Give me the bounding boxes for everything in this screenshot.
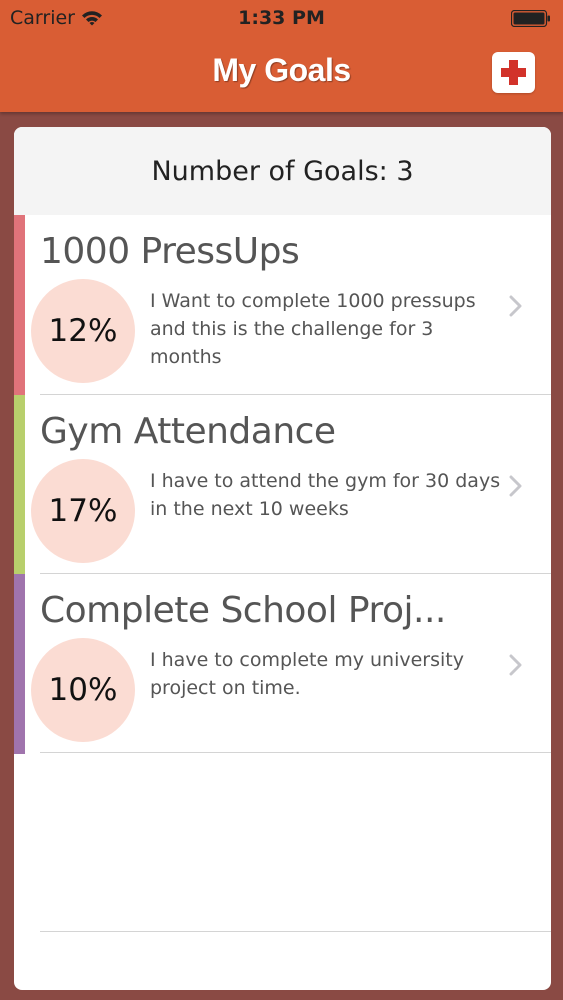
goal-progress-circle: 12% bbox=[31, 279, 135, 383]
plus-icon-vertical bbox=[509, 60, 518, 85]
page-title: My Goals bbox=[212, 52, 351, 88]
goal-color-bar bbox=[14, 215, 25, 395]
row-separator bbox=[40, 752, 551, 753]
goal-color-bar bbox=[14, 574, 25, 754]
status-bar: Carrier 1:33 PM bbox=[0, 0, 563, 38]
chevron-right-icon bbox=[509, 654, 522, 676]
chevron-right-icon bbox=[509, 475, 522, 497]
goal-progress-circle: 10% bbox=[31, 638, 135, 742]
goals-count-header: Number of Goals: 3 bbox=[14, 127, 551, 215]
status-time: 1:33 PM bbox=[238, 7, 325, 29]
empty-row-separator bbox=[40, 931, 551, 932]
goal-row[interactable]: Gym Attendance 17% I have to attend the … bbox=[14, 395, 551, 575]
goal-row[interactable]: Complete School Proj... 10% I have to co… bbox=[14, 574, 551, 754]
battery-icon bbox=[511, 10, 550, 27]
goal-color-bar bbox=[14, 395, 25, 575]
goal-description: I have to complete my university project… bbox=[150, 649, 464, 699]
goal-row[interactable]: 1000 PressUps 12% I Want to complete 100… bbox=[14, 215, 551, 395]
goal-description: I have to attend the gym for 30 days in … bbox=[150, 470, 501, 520]
goal-title: 1000 PressUps bbox=[40, 231, 300, 272]
goal-progress-label: 10% bbox=[48, 672, 118, 708]
app-header: Carrier 1:33 PM My Goals bbox=[0, 0, 563, 112]
goal-progress-circle: 17% bbox=[31, 459, 135, 563]
goal-progress-label: 17% bbox=[48, 493, 118, 529]
goal-title: Gym Attendance bbox=[40, 411, 336, 452]
goals-card: Number of Goals: 3 1000 PressUps 12% I W… bbox=[14, 127, 551, 990]
goal-title: Complete School Proj... bbox=[40, 590, 446, 631]
chevron-right-icon bbox=[509, 295, 522, 317]
add-goal-button[interactable] bbox=[492, 52, 535, 93]
goal-progress-label: 12% bbox=[48, 313, 118, 349]
goal-description: I Want to complete 1000 pressups and thi… bbox=[150, 290, 476, 368]
